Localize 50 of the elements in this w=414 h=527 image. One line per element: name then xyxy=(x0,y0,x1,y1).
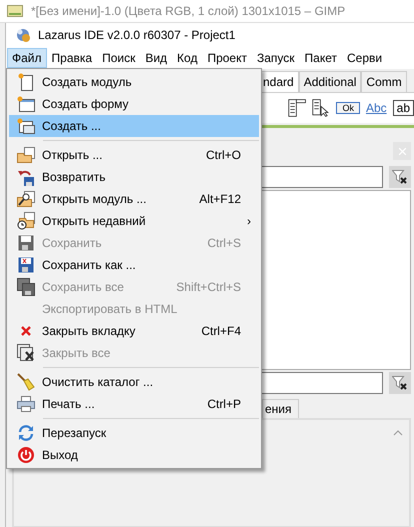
folder-clock-icon xyxy=(16,212,34,230)
menu-bar-item[interactable]: Файл xyxy=(7,48,47,68)
new-window-icon xyxy=(16,118,34,134)
menu-bar-item[interactable]: Проект xyxy=(202,48,252,68)
panel-tab[interactable]: ения xyxy=(262,399,299,418)
menu-item[interactable]: Очистить каталог ... xyxy=(9,371,259,393)
folder-search-icon xyxy=(16,190,34,208)
menu-item[interactable]: Выход xyxy=(9,444,259,466)
menu-bar-item[interactable]: Запуск xyxy=(252,48,300,68)
window-title: Lazarus IDE v2.0.0 r60307 - Project1 xyxy=(38,28,236,42)
menu-item[interactable]: Создать модуль xyxy=(9,71,259,93)
document-icon xyxy=(18,73,34,91)
menu-bar-item[interactable]: Вид xyxy=(140,48,172,68)
menu-item[interactable]: Создать форму xyxy=(9,93,259,115)
label-component[interactable]: Abc xyxy=(366,101,387,115)
floppy-disks-icon xyxy=(16,278,34,296)
menu-item[interactable]: Создать ... xyxy=(9,115,259,137)
palette-tab[interactable]: Additional xyxy=(298,71,362,92)
button-component[interactable]: Ok xyxy=(336,102,360,114)
menu-bar-item[interactable]: Правка xyxy=(46,48,98,68)
menu-bar-item[interactable]: Код xyxy=(172,48,202,68)
refresh-icon xyxy=(18,425,34,441)
menu-item[interactable]: Открыть модуль ... Alt+F12 xyxy=(9,188,259,210)
folder-icon xyxy=(16,147,34,163)
revert-icon xyxy=(16,168,34,186)
menu-item[interactable]: Сохранить как ... xyxy=(9,254,259,276)
menu-item[interactable]: Закрыть вкладку Ctrl+F4 xyxy=(9,320,259,342)
filter-clear-icon xyxy=(392,376,408,390)
menu-item[interactable]: Открыть недавний › xyxy=(9,210,259,232)
menu-item[interactable]: Открыть ... Ctrl+O xyxy=(9,144,259,166)
clear-filter-button[interactable] xyxy=(389,166,411,188)
clear-filter-button[interactable] xyxy=(389,372,411,394)
close-icon xyxy=(20,326,30,336)
form-icon xyxy=(16,96,34,112)
menu-bar-item[interactable]: Серви xyxy=(342,48,388,68)
close-icon xyxy=(398,148,406,154)
power-icon xyxy=(18,447,34,463)
filter-clear-icon xyxy=(392,170,408,184)
close-all-icon xyxy=(16,344,34,362)
broom-icon xyxy=(16,373,34,391)
image-icon xyxy=(7,5,23,17)
menu-item[interactable]: Возвратить xyxy=(9,166,259,188)
edit-component[interactable]: ab xyxy=(392,100,414,116)
printer-icon xyxy=(16,396,34,412)
menu-bar-item[interactable]: Пакет xyxy=(300,48,342,68)
palette-tab[interactable]: Comm xyxy=(361,71,407,92)
menu-item[interactable]: Перезапуск xyxy=(9,422,259,444)
menu-bar-item[interactable]: Поиск xyxy=(97,48,140,68)
background-window-title: *[Без имени]-1.0 (Цвета RGB, 1 слой) 1301x1015 – GIMP xyxy=(31,4,346,18)
menu-item[interactable]: Печать ... Ctrl+P xyxy=(9,393,259,415)
